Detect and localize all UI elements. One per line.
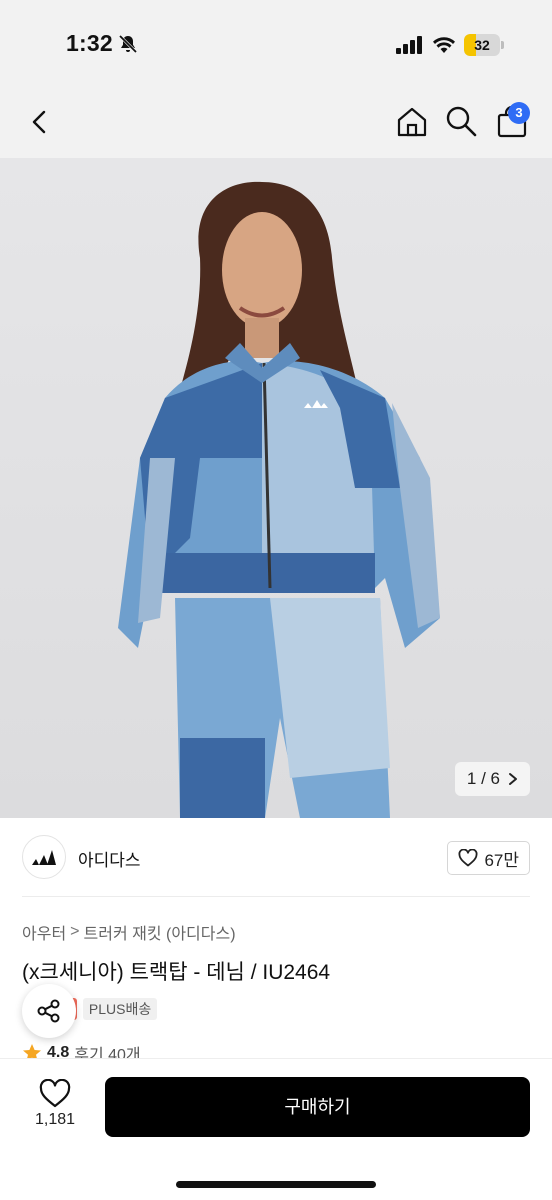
battery-level: 32 (474, 37, 490, 53)
bottom-action-bar: 1,181 구매하기 (0, 1058, 552, 1200)
brand-name[interactable]: 아디다스 (78, 846, 141, 871)
chevron-left-icon[interactable] (24, 106, 56, 138)
product-image[interactable]: 1 / 6 (0, 158, 552, 818)
buy-button[interactable]: 구매하기 (105, 1077, 530, 1137)
wifi-icon (433, 37, 455, 53)
image-current: 1 (466, 769, 477, 788)
heart-icon[interactable] (38, 1079, 72, 1109)
home-icon[interactable] (394, 104, 430, 140)
chevron-right-icon (509, 773, 517, 785)
image-total: 6 (490, 769, 500, 788)
image-separator: / (481, 769, 486, 788)
home-indicator (176, 1181, 376, 1188)
divider (22, 896, 530, 897)
heart-icon (458, 849, 478, 867)
status-time: 1:32 (66, 30, 113, 56)
product-title: (x크세니아) 트랙탑 - 데님 / IU2464 (22, 961, 331, 984)
nav-bar: 3 (0, 90, 552, 158)
status-bar: 1:32 32 (0, 0, 552, 90)
breadcrumb-separator: > (70, 923, 80, 940)
brand-like-button[interactable]: 67만 (447, 841, 530, 875)
share-button[interactable] (22, 984, 76, 1038)
plus-delivery-badge: PLUS배송 (82, 998, 158, 1020)
cellular-signal-icon (396, 36, 422, 54)
breadcrumb: 아우터 > 트러커 재킷 (아디다스) (22, 920, 236, 944)
share-icon (37, 999, 60, 1023)
adidas-logo[interactable] (22, 835, 66, 879)
battery-icon: 32 (464, 34, 504, 56)
search-icon[interactable] (444, 104, 478, 138)
image-counter[interactable]: 1 / 6 (454, 762, 530, 796)
cart-count-badge: 3 (508, 102, 530, 124)
product-photo (118, 181, 440, 818)
breadcrumb-item-outer[interactable]: 아우터 (22, 920, 66, 944)
wish-count: 1,181 (34, 1111, 76, 1128)
breadcrumb-item-trucker[interactable]: 트러커 재킷 (아디다스) (84, 920, 236, 944)
adidas-logo-icon (32, 850, 56, 865)
bell-slash-icon (118, 34, 138, 54)
brand-row[interactable]: 아디다스 67만 (0, 818, 552, 898)
brand-like-count: 67만 (484, 850, 519, 870)
